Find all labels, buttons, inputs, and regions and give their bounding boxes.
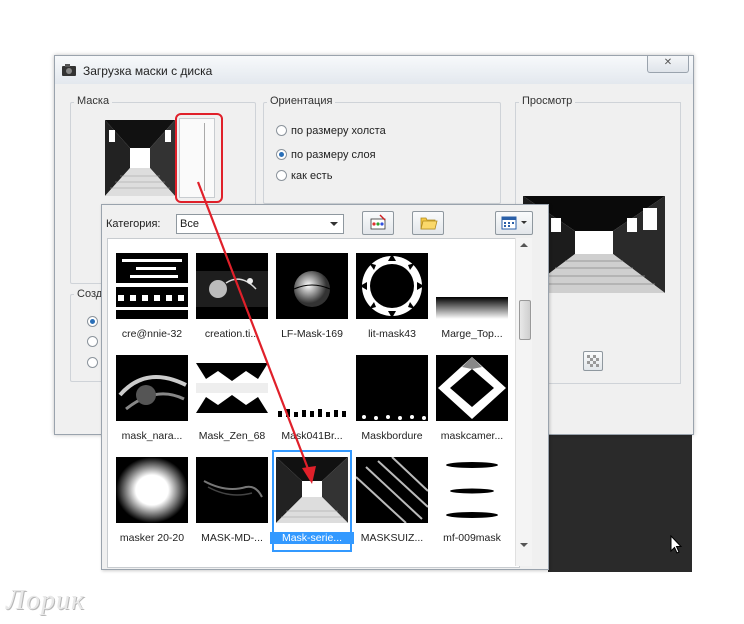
watermark-text: Лорик	[6, 585, 86, 616]
annotation-arrow	[196, 181, 316, 484]
